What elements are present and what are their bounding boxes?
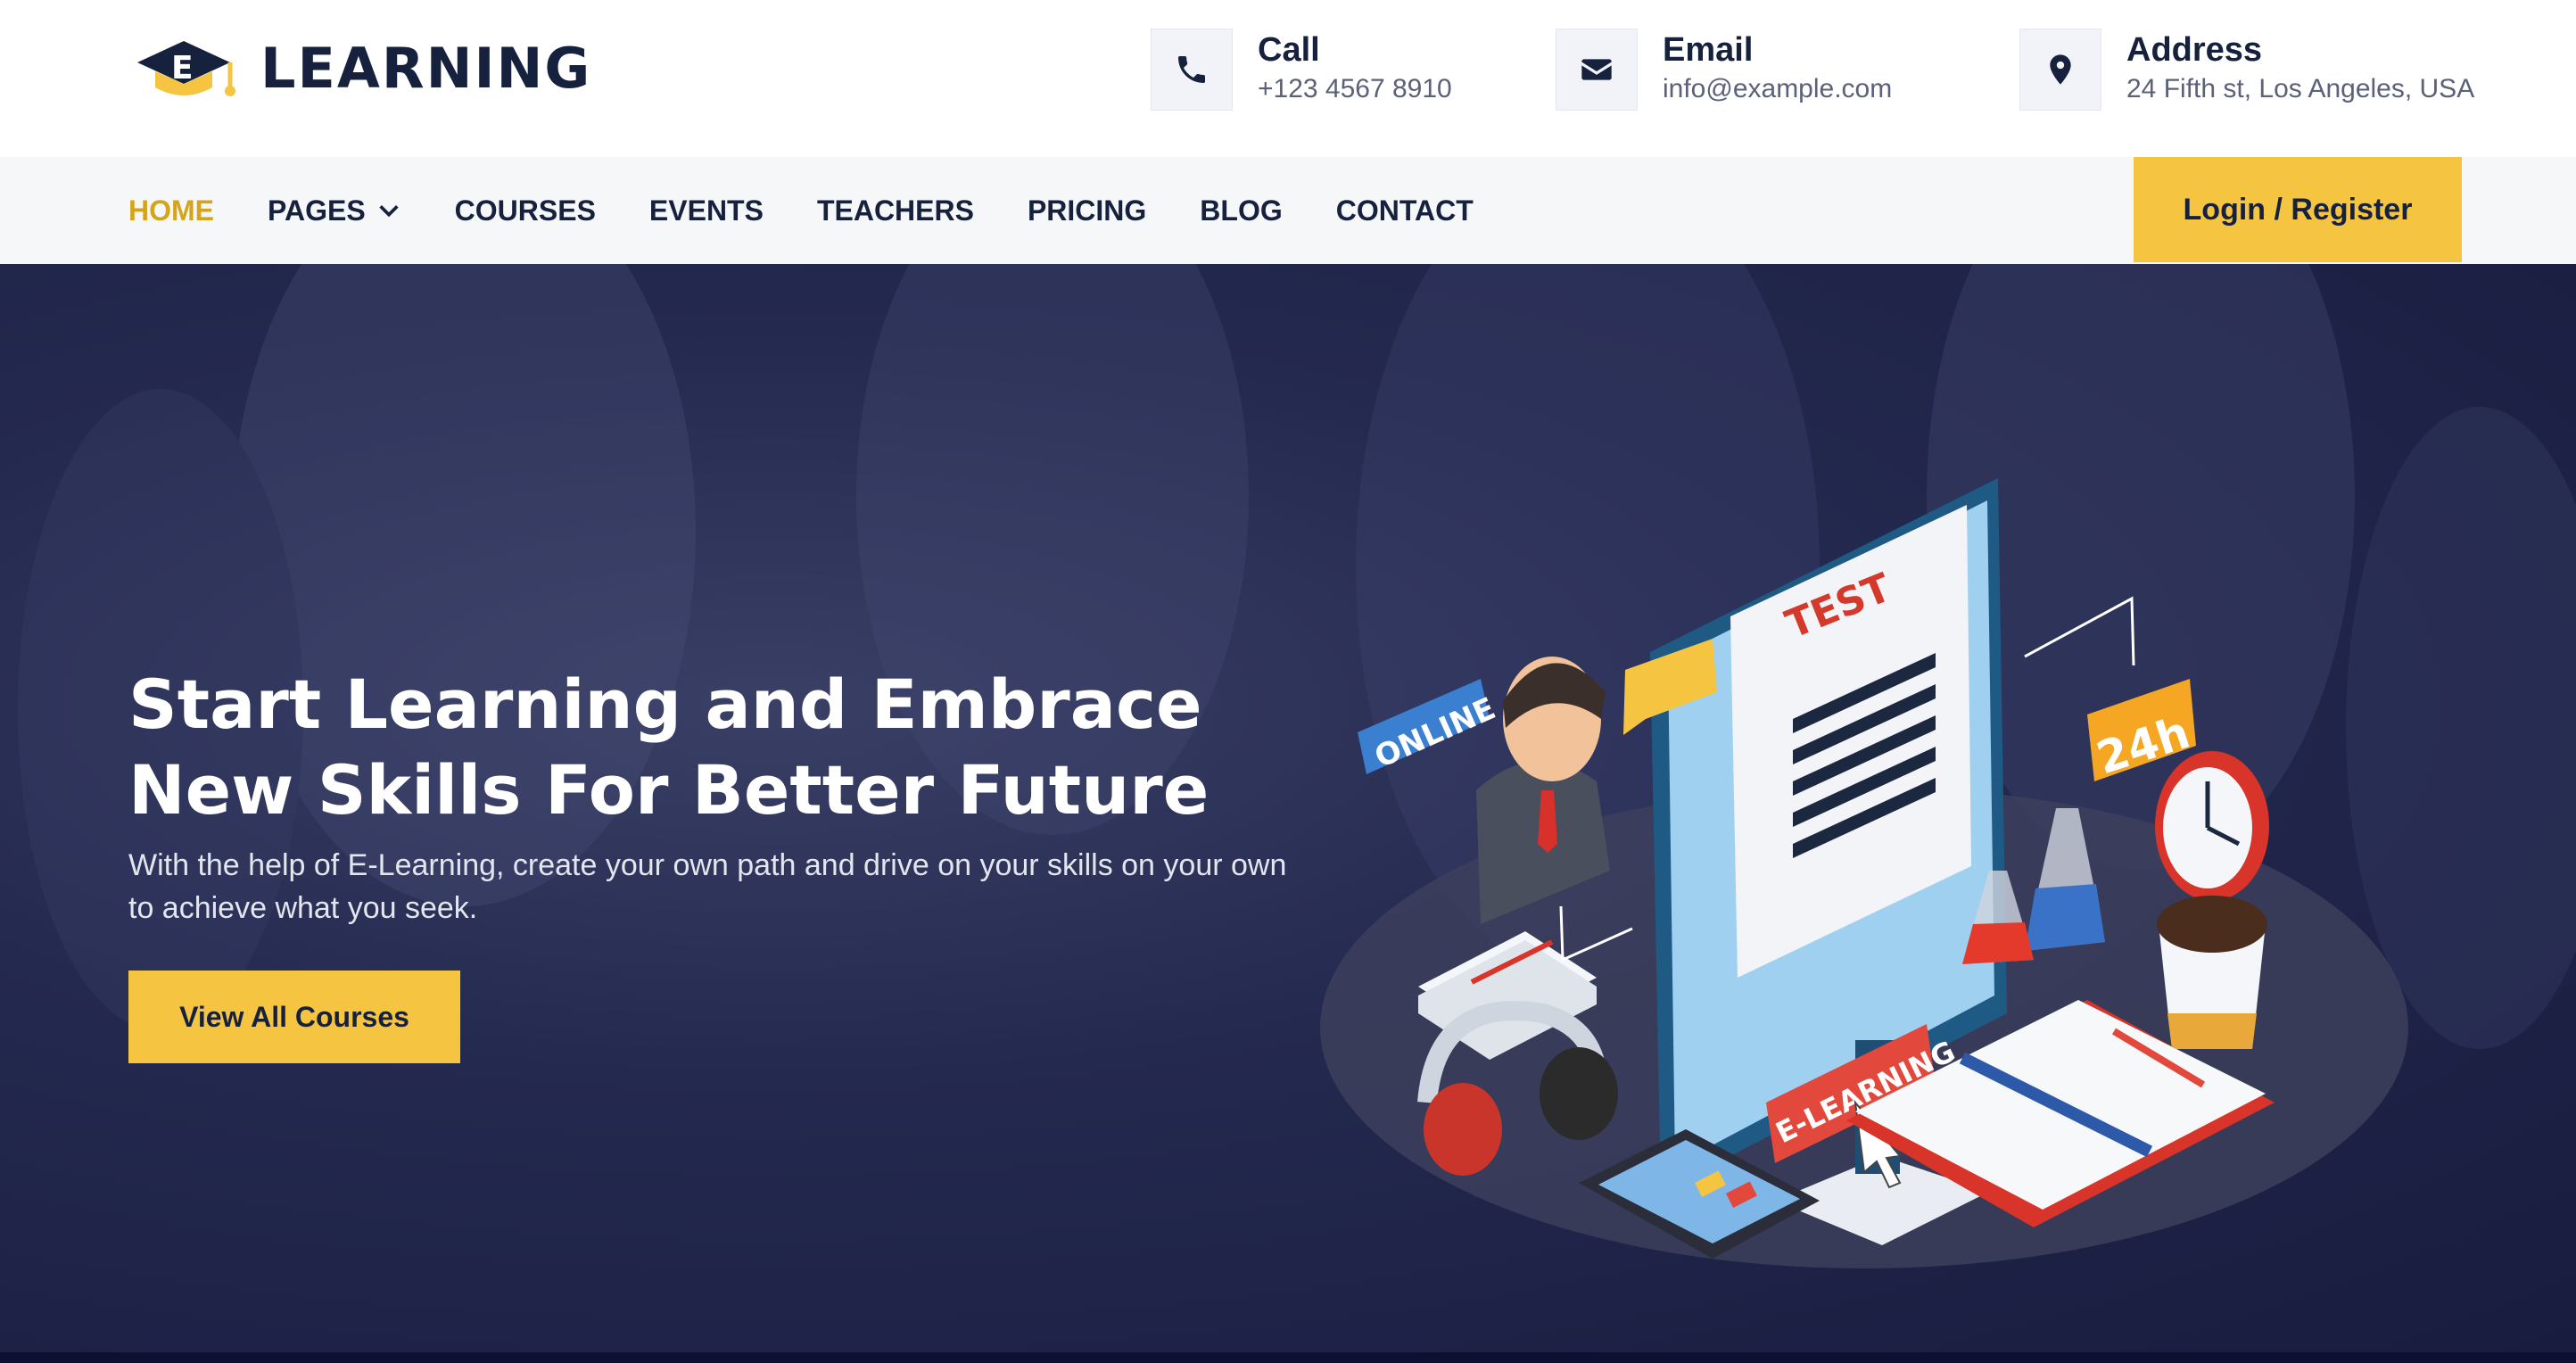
site-logo[interactable]: E LEARNING xyxy=(128,32,591,103)
chevron-down-icon xyxy=(379,205,399,218)
nav-pages[interactable]: PAGES xyxy=(268,194,401,227)
nav-pages-label: PAGES xyxy=(268,194,366,227)
phone-icon xyxy=(1151,29,1233,111)
envelope-icon xyxy=(1556,29,1638,111)
page-bottom-edge xyxy=(0,1352,2576,1363)
hero-section: Start Learning and Embrace New Skills Fo… xyxy=(0,264,2576,1363)
hero-title-line-2: New Skills For Better Future xyxy=(128,750,1210,830)
contact-address-title: Address xyxy=(2126,31,2263,69)
nav-blog[interactable]: BLOG xyxy=(1200,194,1282,227)
top-header: E LEARNING Call +123 4567 8910 Email inf… xyxy=(0,0,2576,157)
nav-courses[interactable]: COURSES xyxy=(455,194,596,227)
contact-call-title: Call xyxy=(1258,31,1320,69)
contact-address[interactable]: Address 24 Fifth st, Los Angeles, USA xyxy=(2019,29,2474,111)
graduation-cap-logo-icon: E xyxy=(137,41,235,96)
nav-pricing[interactable]: PRICING xyxy=(1028,194,1146,227)
coffee-cup-icon xyxy=(2157,896,2267,1049)
main-navigation: HOME PAGES COURSES EVENTS TEACHERS PRICI… xyxy=(0,157,2576,264)
contact-call[interactable]: Call +123 4567 8910 xyxy=(1151,29,1452,111)
nav-events[interactable]: EVENTS xyxy=(649,194,764,227)
hero-title: Start Learning and Embrace New Skills Fo… xyxy=(128,662,1288,833)
e-learning-illustration: TEST E-LEARNING ONLINE 24h xyxy=(1320,478,2408,1268)
nav-contact[interactable]: CONTACT xyxy=(1336,194,1474,227)
brand-name: LEARNING xyxy=(260,35,592,101)
nav-teachers[interactable]: TEACHERS xyxy=(817,194,974,227)
hero-title-line-1: Start Learning and Embrace xyxy=(128,665,1202,744)
contact-email-title: Email xyxy=(1663,31,1754,69)
logo-letter: E xyxy=(171,50,194,87)
map-marker-icon xyxy=(2019,29,2101,111)
contact-email-value: info@example.com xyxy=(1663,74,1893,103)
contact-call-value: +123 4567 8910 xyxy=(1258,74,1452,103)
hero-subtitle: With the help of E-Learning, create your… xyxy=(128,848,1287,925)
online-tag-icon: ONLINE xyxy=(1358,679,1501,775)
nav-home[interactable]: HOME xyxy=(128,194,214,227)
contact-address-value: 24 Fifth st, Los Angeles, USA xyxy=(2126,74,2475,103)
contact-email[interactable]: Email info@example.com xyxy=(1556,29,1892,111)
view-all-courses-button[interactable]: View All Courses xyxy=(128,971,460,1063)
login-register-button[interactable]: Login / Register xyxy=(2134,157,2462,262)
